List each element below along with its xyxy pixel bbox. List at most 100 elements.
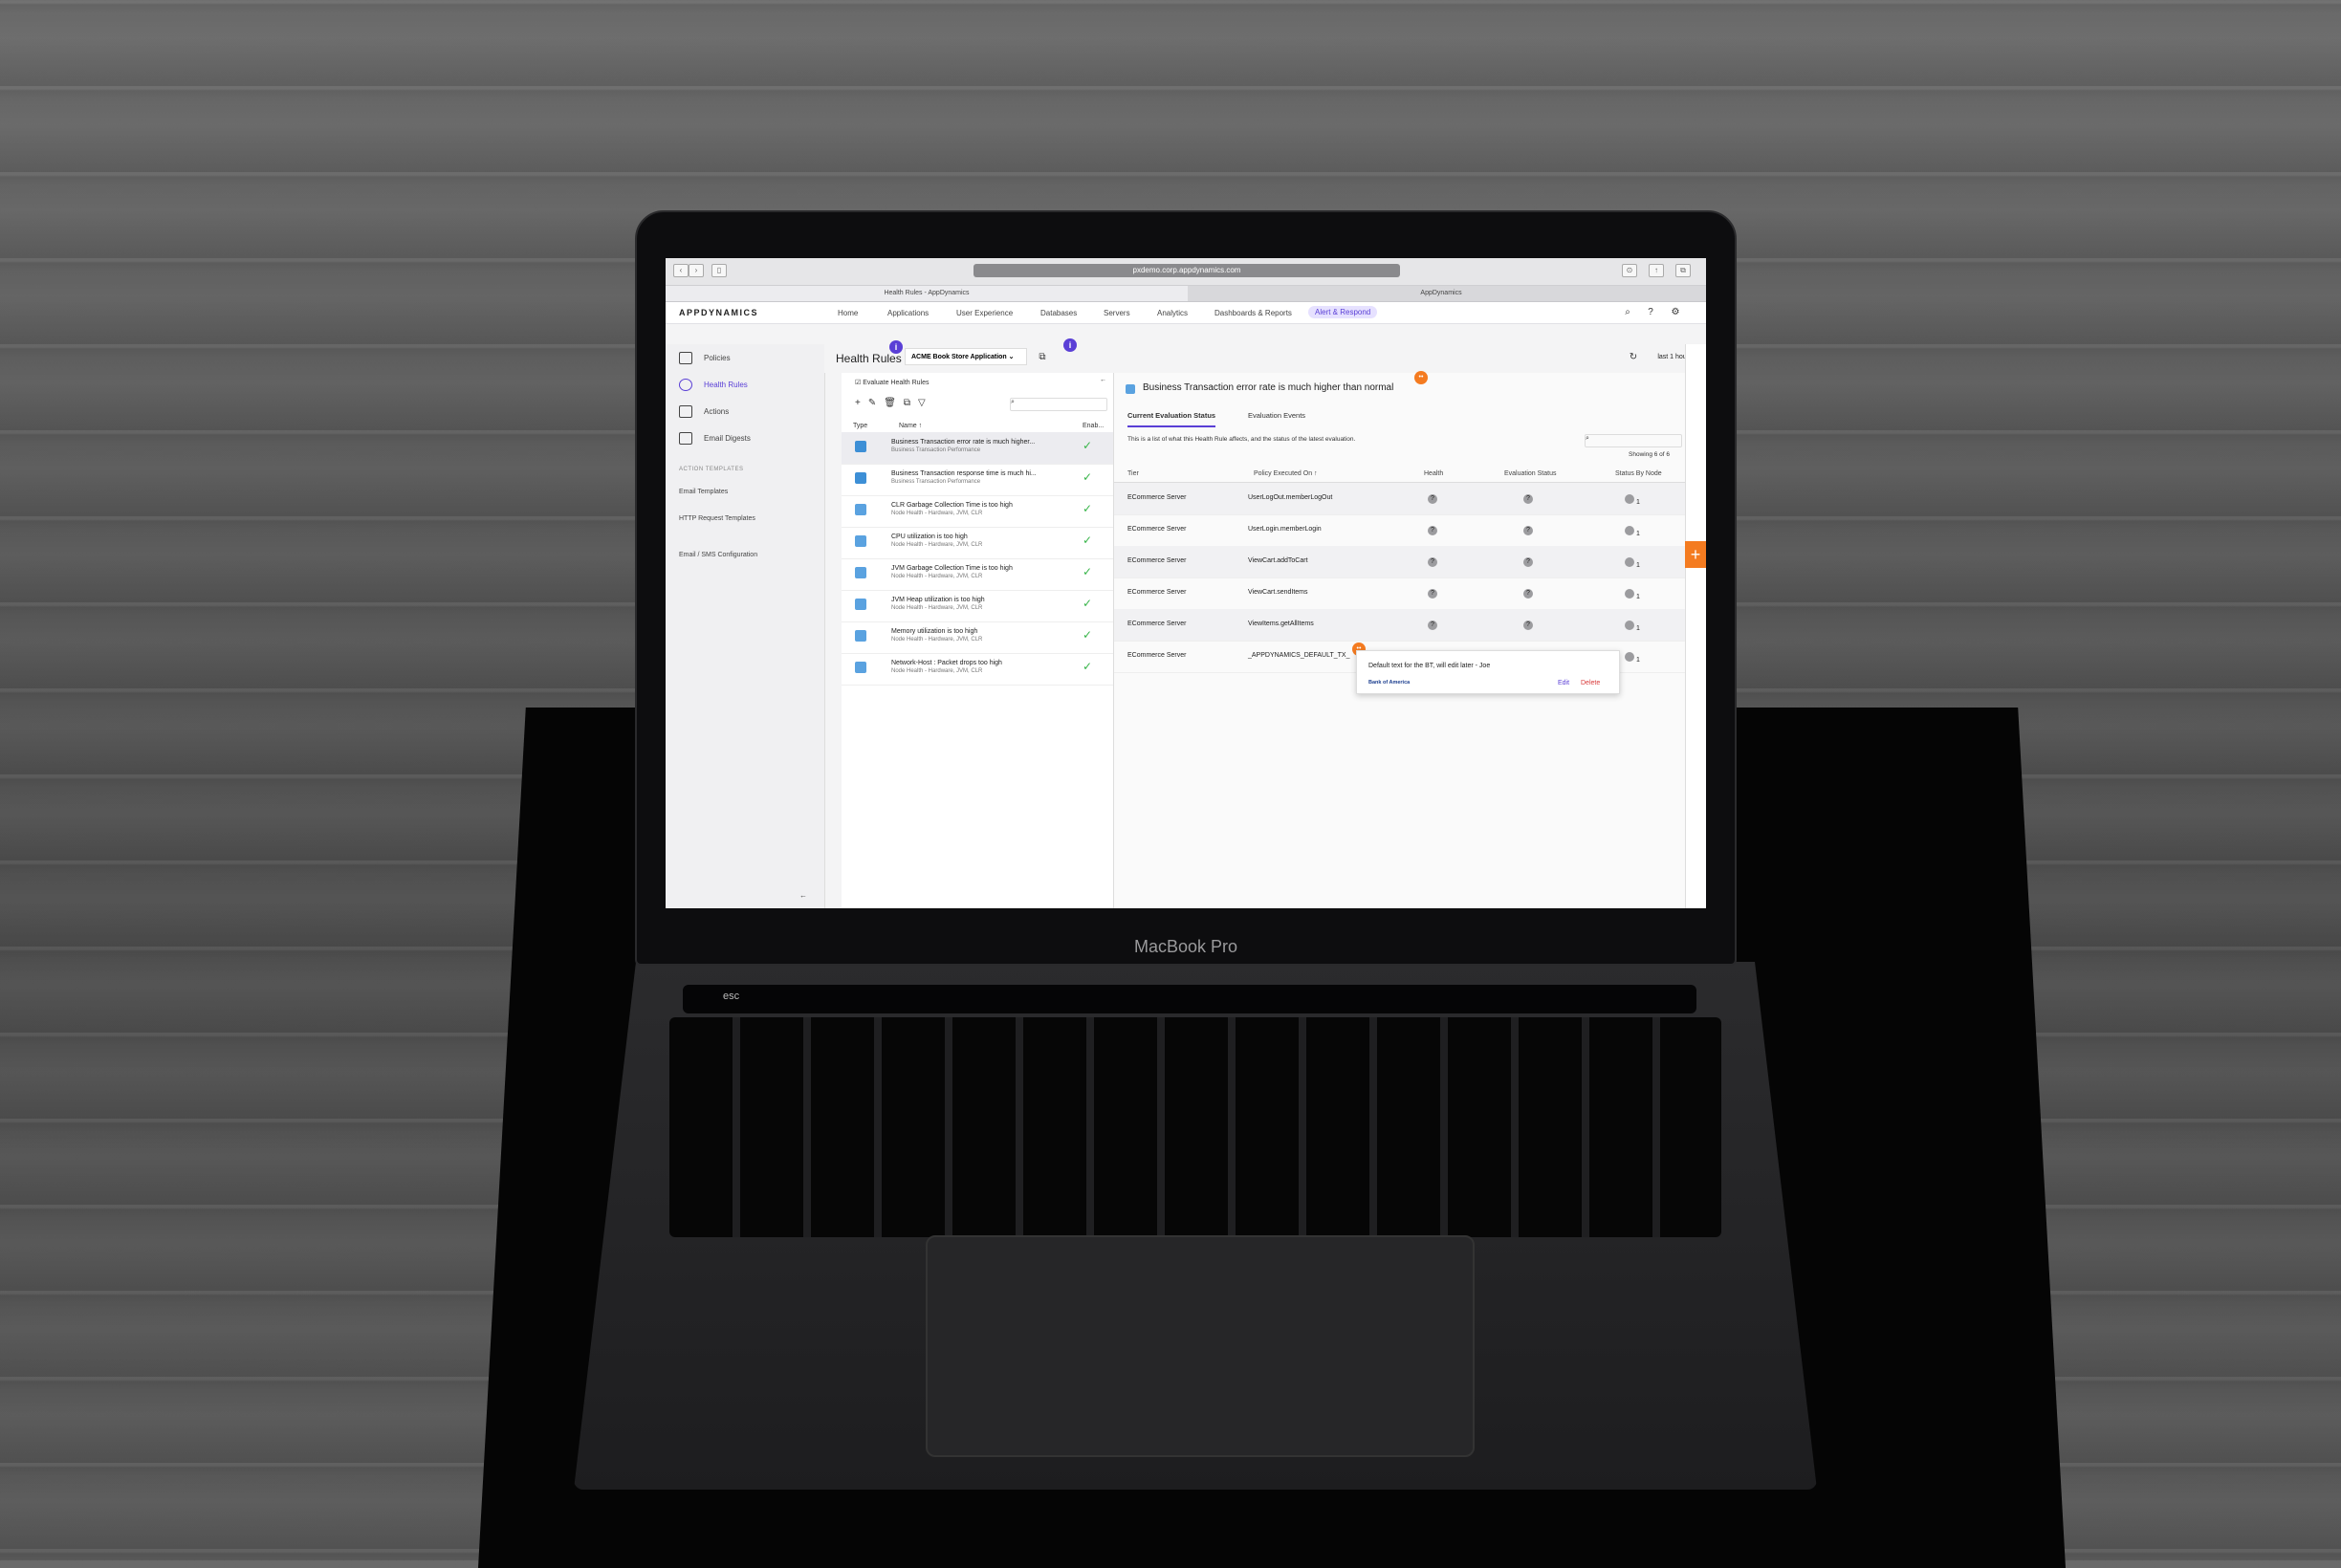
- tab-evaluation-events[interactable]: Evaluation Events: [1248, 411, 1305, 420]
- sidebar: Policies Health Rules Actions Email Dige…: [666, 344, 825, 908]
- help-icon[interactable]: ?: [1645, 307, 1656, 318]
- forward-icon[interactable]: ›: [689, 264, 704, 277]
- col-health[interactable]: Health: [1424, 470, 1443, 477]
- nav-analytics[interactable]: Analytics: [1157, 309, 1188, 317]
- share-icon[interactable]: ↑: [1649, 264, 1664, 277]
- detail-search-input[interactable]: ⌕: [1585, 434, 1682, 447]
- appdynamics-logo: APPDYNAMICS: [679, 308, 759, 317]
- table-row[interactable]: CPU utilization is too high Node Health -…: [842, 527, 1113, 559]
- action-templates-header: ACTION TEMPLATES: [679, 467, 744, 472]
- comment-text: Default text for the BT, will edit later…: [1368, 663, 1491, 669]
- nav-alert-respond[interactable]: Alert & Respond: [1308, 306, 1378, 318]
- edit-button[interactable]: Edit: [1558, 680, 1569, 686]
- list-search-input[interactable]: ⌕: [1010, 398, 1107, 411]
- col-name[interactable]: Name ↑: [899, 423, 922, 429]
- table-row[interactable]: Network-Host : Packet drops too high Node…: [842, 653, 1113, 686]
- refresh-icon[interactable]: ↻: [1628, 352, 1639, 363]
- gear-icon[interactable]: ⚙: [1670, 307, 1681, 318]
- add-icon[interactable]: +: [1685, 541, 1706, 568]
- col-enabled[interactable]: Enab...: [1083, 423, 1104, 429]
- table-row[interactable]: ECommerce Server ViewCart.sendItems?? 1: [1114, 577, 1685, 610]
- touch-bar: esc: [683, 985, 1696, 1013]
- unknown-status-icon: ?: [1523, 589, 1533, 599]
- info-icon[interactable]: i: [889, 340, 903, 354]
- tab-current-evaluation[interactable]: Current Evaluation Status: [1127, 411, 1216, 427]
- keyboard: [669, 1017, 1721, 1237]
- trackpad: [926, 1235, 1475, 1457]
- delete-button[interactable]: Delete: [1581, 680, 1600, 686]
- node-icon: [1625, 526, 1634, 535]
- node-icon: [1625, 589, 1634, 599]
- table-row[interactable]: ECommerce Server ViewItems.getAllItems?? …: [1114, 609, 1685, 642]
- sidebar-item-email-templates[interactable]: Email Templates: [679, 486, 728, 499]
- node-type-icon: [855, 567, 866, 578]
- table-row[interactable]: ECommerce Server UserLogin.memberLogin?? …: [1114, 514, 1685, 547]
- nav-databases[interactable]: Databases: [1040, 309, 1077, 317]
- laptop-brand: MacBook Pro: [1133, 937, 1238, 956]
- sidebar-item-http-templates[interactable]: HTTP Request Templates: [679, 512, 755, 526]
- table-row[interactable]: JVM Heap utilization is too high Node Hea…: [842, 590, 1113, 622]
- download-icon[interactable]: ⊙: [1622, 264, 1637, 277]
- url-bar[interactable]: pxdemo.corp.appdynamics.com: [974, 264, 1400, 277]
- sidebar-icon[interactable]: ▯: [711, 264, 727, 277]
- tab-health-rules[interactable]: Health Rules - AppDynamics: [666, 286, 1188, 301]
- col-type[interactable]: Type: [853, 423, 867, 429]
- route-icon[interactable]: ⧉: [1037, 352, 1048, 363]
- table-row[interactable]: JVM Garbage Collection Time is too high N…: [842, 558, 1113, 591]
- unknown-health-icon: ?: [1428, 621, 1437, 630]
- tab-appdynamics[interactable]: AppDynamics: [1188, 286, 1695, 301]
- node-icon: [1625, 494, 1634, 504]
- enabled-check-icon: ✓: [1083, 470, 1093, 484]
- comment-badge-icon[interactable]: ••: [1414, 371, 1428, 384]
- unknown-health-icon: ?: [1428, 557, 1437, 567]
- col-tier[interactable]: Tier: [1127, 470, 1139, 477]
- nav-servers[interactable]: Servers: [1104, 309, 1130, 317]
- table-row[interactable]: Business Transaction response time is mu…: [842, 464, 1113, 496]
- sidebar-item-health-rules[interactable]: Health Rules: [679, 379, 748, 392]
- collapse-sidebar-icon[interactable]: ←: [799, 889, 807, 903]
- unknown-health-icon: ?: [1428, 494, 1437, 504]
- col-eval-status[interactable]: Evaluation Status: [1504, 470, 1556, 477]
- bt-type-icon: [855, 472, 866, 484]
- unknown-status-icon: ?: [1523, 526, 1533, 535]
- bank-of-america-logo: Bank of America: [1368, 680, 1411, 686]
- info-icon-2[interactable]: i: [1063, 338, 1077, 352]
- table-row[interactable]: ECommerce Server UserLogOut.memberLogOut?…: [1114, 483, 1685, 515]
- unknown-health-icon: ?: [1428, 589, 1437, 599]
- sidebar-item-policies[interactable]: Policies: [679, 352, 731, 365]
- col-policy[interactable]: Policy Executed On ↑: [1254, 470, 1318, 477]
- nav-applications[interactable]: Applications: [887, 309, 929, 317]
- detail-description: This is a list of what this Health Rule …: [1127, 436, 1356, 443]
- unknown-status-icon: ?: [1523, 494, 1533, 504]
- table-row[interactable]: ECommerce Server ViewCart.addToCart?? 1: [1114, 546, 1685, 578]
- evaluate-toggle[interactable]: ☑ Evaluate Health Rules: [855, 379, 930, 386]
- sidebar-item-sms-config[interactable]: Email / SMS Configuration: [679, 549, 757, 562]
- search-icon[interactable]: ⌕: [1622, 307, 1633, 318]
- list-toolbar[interactable]: +✎🗑⧉▽: [855, 398, 933, 408]
- email-icon: [679, 432, 692, 446]
- table-row[interactable]: CLR Garbage Collection Time is too high N…: [842, 495, 1113, 528]
- table-row[interactable]: Memory utilization is too high Node Healt…: [842, 621, 1113, 654]
- sidebar-item-email-digests[interactable]: Email Digests: [679, 432, 751, 446]
- col-status-by-node[interactable]: Status By Node: [1615, 470, 1662, 477]
- tabs-icon[interactable]: ⧉: [1675, 264, 1691, 277]
- unknown-status-icon: ?: [1523, 621, 1533, 630]
- node-type-icon: [855, 504, 866, 515]
- nav-dashboards[interactable]: Dashboards & Reports: [1214, 309, 1292, 317]
- sidebar-item-actions[interactable]: Actions: [679, 405, 729, 419]
- nav-home[interactable]: Home: [838, 309, 858, 317]
- showing-count: Showing 6 of 6: [1629, 451, 1671, 458]
- actions-icon: [679, 405, 692, 419]
- table-row[interactable]: Business Transaction error rate is much …: [842, 432, 1113, 465]
- browser-tabs: Health Rules - AppDynamics AppDynamics: [666, 286, 1706, 302]
- bt-type-icon: [855, 441, 866, 452]
- enabled-check-icon: ✓: [1083, 660, 1093, 673]
- nav-user-experience[interactable]: User Experience: [956, 309, 1013, 317]
- application-select[interactable]: ACME Book Store Application ⌄: [905, 348, 1027, 365]
- node-type-icon: [855, 599, 866, 610]
- laptop-screen: ‹ › ▯ pxdemo.corp.appdynamics.com ⊙ ↑ ⧉ …: [666, 258, 1706, 908]
- bt-icon: [1126, 384, 1135, 394]
- page-title: Health Rules: [836, 352, 902, 365]
- collapse-list-icon[interactable]: ←: [1100, 377, 1106, 383]
- back-icon[interactable]: ‹: [673, 264, 689, 277]
